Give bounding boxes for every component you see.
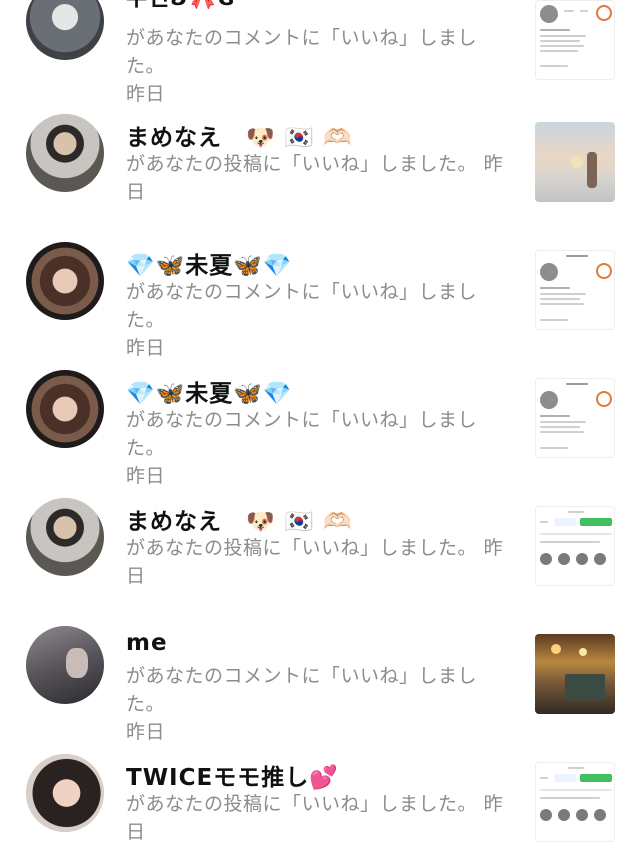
notification-message: があなたの投稿に「いいね」しました。 昨日 xyxy=(126,534,510,590)
post-thumbnail[interactable] xyxy=(535,122,615,202)
notification-time: 昨日 xyxy=(126,337,166,359)
post-thumbnail[interactable] xyxy=(535,0,615,80)
notification-item[interactable]: TWICEモモ推し💕 があなたの投稿に「いいね」しました。 昨日 xyxy=(0,748,640,856)
notification-time: 昨日 xyxy=(126,83,166,105)
post-thumbnail[interactable] xyxy=(535,634,615,714)
notification-message: があなたのコメントに「いいね」しました。 昨日 xyxy=(126,406,510,490)
post-thumbnail[interactable] xyxy=(535,250,615,330)
notification-text: があなたのコメントに「いいね」しました。 xyxy=(126,281,478,331)
avatar[interactable] xyxy=(26,0,104,60)
user-name[interactable]: 💎🦋未夏🦋💎 xyxy=(126,246,293,280)
avatar[interactable] xyxy=(26,114,104,192)
notification-message: があなたのコメントに「いいね」しました。 昨日 xyxy=(126,278,510,362)
avatar[interactable] xyxy=(26,498,104,576)
avatar[interactable] xyxy=(26,754,104,832)
user-name[interactable]: 무민ʚ🎀ɞ xyxy=(126,0,236,12)
avatar[interactable] xyxy=(26,626,104,704)
notification-item[interactable]: me があなたのコメントに「いいね」しました。 昨日 xyxy=(0,620,640,748)
notification-text: があなたの投稿に「いいね」しました。 xyxy=(126,537,478,559)
notification-time: 昨日 xyxy=(126,465,166,487)
notification-text: があなたのコメントに「いいね」しました。 xyxy=(126,409,478,459)
notification-text: があなたのコメントに「いいね」しました。 xyxy=(126,665,478,715)
notification-message: があなたの投稿に「いいね」しました。 昨日 xyxy=(126,790,510,846)
avatar[interactable] xyxy=(26,370,104,448)
avatar[interactable] xyxy=(26,242,104,320)
notification-item[interactable]: 💎🦋未夏🦋💎 があなたのコメントに「いいね」しました。 昨日 xyxy=(0,236,640,364)
notification-message: があなたの投稿に「いいね」しました。 昨日 xyxy=(126,150,510,206)
notification-item[interactable]: まめなえ 🐶 🇰🇷 🫶🏻 があなたの投稿に「いいね」しました。 昨日 xyxy=(0,108,640,236)
notification-text: があなたの投稿に「いいね」しました。 xyxy=(126,153,478,175)
notification-list: 무민ʚ🎀ɞ があなたのコメントに「いいね」しました。 昨日 まめなえ 🐶 🇰🇷 … xyxy=(0,0,640,856)
user-name[interactable]: 💎🦋未夏🦋💎 xyxy=(126,374,293,408)
notification-message: があなたのコメントに「いいね」しました。 昨日 xyxy=(126,662,510,746)
notification-item[interactable]: まめなえ 🐶 🇰🇷 🫶🏻 があなたの投稿に「いいね」しました。 昨日 xyxy=(0,492,640,620)
notification-text: があなたの投稿に「いいね」しました。 xyxy=(126,793,478,815)
notification-item[interactable]: 무민ʚ🎀ɞ があなたのコメントに「いいね」しました。 昨日 xyxy=(0,0,640,108)
user-name[interactable]: me xyxy=(126,630,168,656)
user-name[interactable]: TWICEモモ推し💕 xyxy=(126,758,339,792)
post-thumbnail[interactable] xyxy=(535,378,615,458)
post-thumbnail[interactable] xyxy=(535,506,615,586)
user-name[interactable]: まめなえ 🐶 🇰🇷 🫶🏻 xyxy=(126,502,353,536)
notification-item[interactable]: 💎🦋未夏🦋💎 があなたのコメントに「いいね」しました。 昨日 xyxy=(0,364,640,492)
notification-message: があなたのコメントに「いいね」しました。 昨日 xyxy=(126,24,510,108)
post-thumbnail[interactable] xyxy=(535,762,615,842)
notification-time: 昨日 xyxy=(126,721,166,743)
user-name[interactable]: まめなえ 🐶 🇰🇷 🫶🏻 xyxy=(126,118,353,152)
notification-text: があなたのコメントに「いいね」しました。 xyxy=(126,27,478,77)
